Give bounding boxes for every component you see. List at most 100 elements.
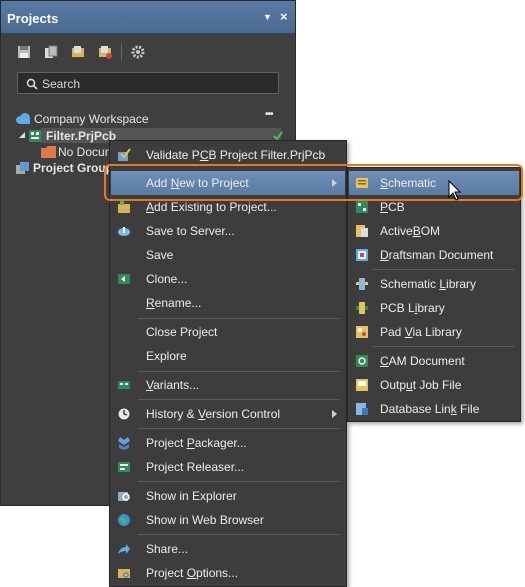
submenu-item-label: Pad Via Library <box>380 325 462 339</box>
submenu-item-label: CAM Document <box>380 354 465 368</box>
pcb-project-icon <box>29 130 41 142</box>
project-group-icon <box>16 162 29 174</box>
cam-icon <box>356 355 368 367</box>
menu-separator <box>138 399 340 400</box>
menu-item-show-in-explorer[interactable]: Show in Explorer <box>111 484 345 508</box>
menu-item-label: Variants... <box>146 378 200 392</box>
menu-item-clone[interactable]: Clone... <box>111 267 345 291</box>
menu-separator <box>138 371 340 372</box>
menu-item-label: Project Packager... <box>146 436 247 450</box>
submenu-item-label: Database Link File <box>380 402 480 416</box>
menu-item-label: Project Options... <box>146 566 239 580</box>
menu-item-label: History & Version Control <box>146 407 281 421</box>
tree-item-no-documents[interactable]: No Docum <box>41 144 115 160</box>
close-project-icon[interactable] <box>98 45 112 59</box>
submenu-item-label: Output Job File <box>380 378 462 392</box>
tree-item-project-group[interactable]: Project Group <box>15 160 113 176</box>
search-icon <box>26 78 38 90</box>
menu-item-label: Share... <box>146 542 189 556</box>
packager-icon <box>118 437 130 450</box>
cloud-icon <box>16 113 30 124</box>
submenu-item-draftsman[interactable]: Draftsman Document <box>349 243 519 267</box>
share-icon <box>118 544 130 554</box>
add-new-submenu: Schematic PCB ActiveBOM Draftsman Docume… <box>347 167 521 422</box>
save-icon[interactable] <box>17 45 31 59</box>
copy-icon[interactable] <box>44 45 58 59</box>
submenu-item-pcb-library[interactable]: PCB Library <box>349 296 519 320</box>
submenu-item-activebom[interactable]: ActiveBOM <box>349 219 519 243</box>
menu-separator <box>138 481 340 482</box>
submenu-item-pad-via-library[interactable]: Pad Via Library <box>349 320 519 344</box>
gear-icon[interactable] <box>131 45 145 59</box>
submenu-item-schematic-library[interactable]: Schematic Library <box>349 272 519 296</box>
add-existing-icon <box>118 201 130 213</box>
menu-item-save[interactable]: Save <box>111 243 345 267</box>
submenu-item-label: Draftsman Document <box>380 248 494 262</box>
menu-item-history[interactable]: History & Version Control <box>111 402 345 426</box>
submenu-item-label: PCB Library <box>380 301 445 315</box>
panel-close-icon[interactable]: × <box>280 9 288 24</box>
menu-item-label: Save to Server... <box>146 224 235 238</box>
workspace-more-icon[interactable]: ••• <box>265 109 273 120</box>
collapse-triangle-icon[interactable] <box>19 132 26 139</box>
context-menu: Validate PCB Project Filter.PrjPcb Add N… <box>109 140 347 587</box>
submenu-item-label: ActiveBOM <box>380 224 441 238</box>
checkmark-icon <box>273 131 283 140</box>
panel-title-bar: Projects ▼ × <box>1 1 295 34</box>
menu-item-project-options[interactable]: Project Options... <box>111 561 345 585</box>
menu-separator <box>138 428 340 429</box>
menu-item-label: Show in Web Browser <box>146 513 264 527</box>
menu-item-label: Add Existing to Project... <box>146 200 277 214</box>
menu-item-label: Rename... <box>146 296 202 310</box>
cloud-save-icon <box>118 227 130 236</box>
menu-item-label: Validate PCB Project Filter.PrjPcb <box>146 148 326 162</box>
submenu-item-cam-document[interactable]: CAM Document <box>349 349 519 373</box>
search-input[interactable]: Search <box>17 72 279 94</box>
submenu-separator <box>372 269 514 270</box>
menu-item-label: Show in Explorer <box>146 489 237 503</box>
menu-separator <box>138 534 340 535</box>
panel-toolbar <box>1 39 295 65</box>
menu-item-close-project[interactable]: Close Project <box>111 320 345 344</box>
validate-icon <box>118 148 131 161</box>
folder-label: No Docum <box>58 145 115 159</box>
tree-item-workspace[interactable]: Company Workspace ••• <box>15 109 295 127</box>
menu-item-explore[interactable]: Explore <box>111 344 345 368</box>
menu-item-save-to-server[interactable]: Save to Server... <box>111 219 345 243</box>
menu-item-label: Save <box>146 248 174 262</box>
search-placeholder: Search <box>42 77 81 91</box>
toolbar-separator <box>121 44 122 60</box>
workspace-label: Company Workspace <box>34 112 149 126</box>
menu-item-variants[interactable]: Variants... <box>111 373 345 397</box>
menu-item-label: Project Releaser... <box>146 460 245 474</box>
panel-title: Projects <box>7 11 59 26</box>
releaser-icon <box>118 462 130 472</box>
padvia-icon <box>356 326 368 338</box>
open-project-icon[interactable] <box>71 45 85 59</box>
submenu-separator <box>372 346 514 347</box>
submenu-item-output-job[interactable]: Output Job File <box>349 373 519 397</box>
draftsman-icon <box>356 249 368 261</box>
pcblib-icon <box>356 302 368 314</box>
menu-item-label: Explore <box>146 349 187 363</box>
menu-item-show-in-web-browser[interactable]: Show in Web Browser <box>111 508 345 532</box>
panel-menu-dropdown-icon[interactable]: ▼ <box>263 12 272 22</box>
folder-icon <box>41 146 56 158</box>
submenu-item-database-link[interactable]: Database Link File <box>349 397 519 421</box>
menu-item-project-releaser[interactable]: Project Releaser... <box>111 455 345 479</box>
pcb-icon <box>356 201 368 213</box>
menu-item-share[interactable]: Share... <box>111 537 345 561</box>
options-icon <box>118 569 130 578</box>
menu-item-project-packager[interactable]: Project Packager... <box>111 431 345 455</box>
mouse-cursor-icon <box>448 180 462 201</box>
variants-icon <box>118 381 130 389</box>
menu-item-label: Close Project <box>146 325 218 339</box>
menu-item-rename[interactable]: Rename... <box>111 291 345 315</box>
activebom-icon <box>356 225 368 237</box>
clone-icon <box>118 274 130 284</box>
schlib-icon <box>356 278 368 290</box>
project-label: Filter.PrjPcb <box>46 129 117 143</box>
explorer-icon <box>118 492 130 501</box>
submenu-item-label: PCB <box>380 200 405 214</box>
submenu-item-label: Schematic Library <box>380 277 477 291</box>
